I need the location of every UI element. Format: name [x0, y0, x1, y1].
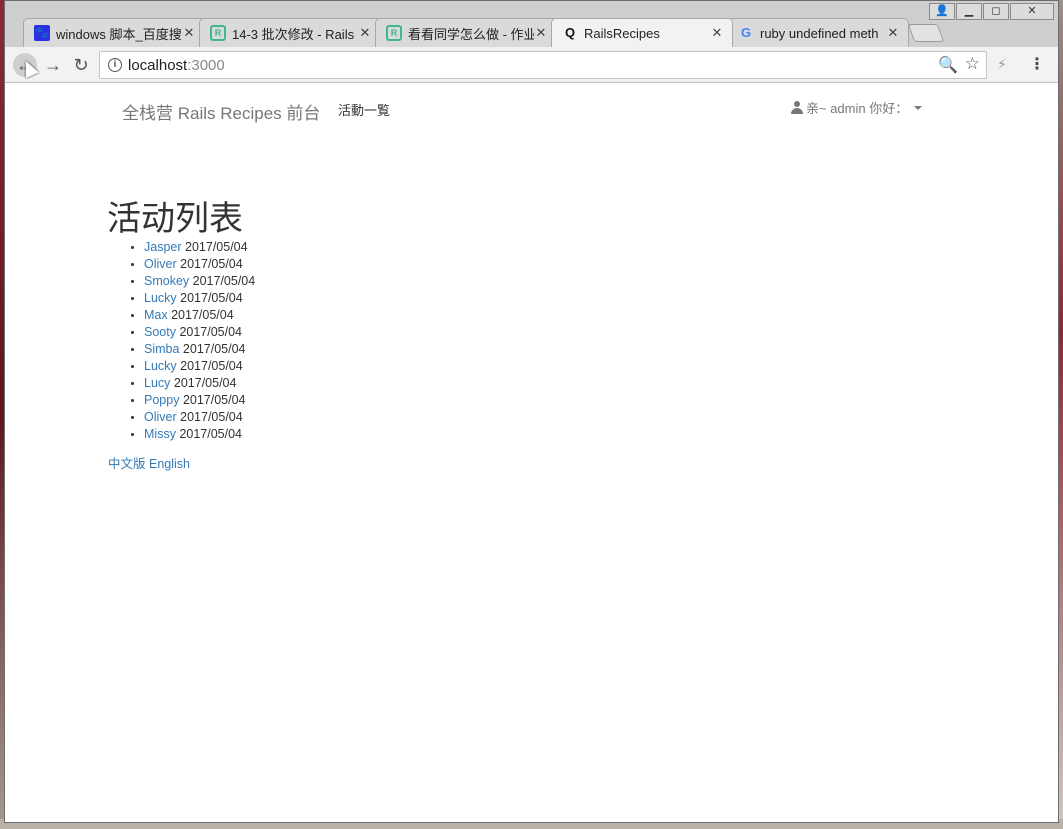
event-date: 2017/05/04	[180, 291, 243, 305]
browser-titlebar: 👤 ▁ ◻ ✕ 🐾 windows 脚本_百度搜索 ✕ R 14-3 批次修改 …	[5, 1, 1058, 47]
event-link[interactable]: Lucky	[144, 359, 177, 373]
event-date: 2017/05/04	[192, 274, 256, 288]
url-host: localhost	[128, 57, 188, 74]
close-window-button[interactable]: ✕	[1010, 3, 1054, 20]
maximize-button[interactable]: ◻	[983, 3, 1009, 20]
reload-button[interactable]: ↻	[69, 53, 93, 77]
rails-icon: R	[210, 25, 226, 41]
new-tab-button[interactable]	[907, 24, 945, 42]
close-icon[interactable]: ✕	[886, 25, 900, 41]
event-link[interactable]: Missy	[144, 427, 176, 441]
zoom-icon[interactable]: 🔍	[938, 55, 958, 75]
tab-classmates[interactable]: R 看看同学怎么做 - 作业 ✕	[375, 18, 557, 47]
site-navbar: 全栈营 Rails Recipes 前台 活動一覧 亲~ admin 你好：	[5, 83, 1058, 133]
event-date: 2017/05/04	[179, 427, 242, 441]
tab-title: 看看同学怎么做 - 作业	[408, 26, 534, 42]
tab-title: 14-3 批次修改 - Rails	[232, 26, 355, 42]
rails-icon: R	[386, 25, 402, 41]
minimize-button[interactable]: ▁	[956, 3, 982, 20]
tab-title: ruby undefined meth	[760, 25, 879, 41]
event-date: 2017/05/04	[179, 325, 243, 339]
caret-down-icon	[914, 105, 923, 110]
site-brand[interactable]: 全栈营 Rails Recipes 前台	[122, 99, 320, 124]
list-item: Missy 2017/05/04	[144, 426, 255, 443]
tab-strip: 🐾 windows 脚本_百度搜索 ✕ R 14-3 批次修改 - Rails …	[23, 18, 945, 47]
tab-google-search[interactable]: G ruby undefined meth ✕	[727, 18, 909, 47]
event-date: 2017/05/04	[171, 308, 234, 322]
event-date: 2017/05/04	[180, 359, 243, 373]
list-item: Oliver 2017/05/04	[144, 256, 255, 273]
lang-en-link[interactable]: English	[149, 457, 190, 471]
baidu-icon: 🐾	[34, 25, 50, 41]
tab-baidu[interactable]: 🐾 windows 脚本_百度搜索 ✕	[23, 18, 205, 47]
event-date: 2017/05/04	[182, 393, 246, 407]
event-link[interactable]: Max	[144, 308, 168, 322]
tab-title: RailsRecipes	[584, 25, 660, 41]
page-viewport: 全栈营 Rails Recipes 前台 活動一覧 亲~ admin 你好： 活…	[5, 83, 1058, 822]
bookmark-star-icon[interactable]: ☆	[965, 54, 980, 74]
forward-button[interactable]: →	[41, 53, 65, 77]
list-item: Simba 2017/05/04	[144, 341, 255, 358]
extension-icon[interactable]: ⚡	[997, 56, 1007, 73]
event-link[interactable]: Oliver	[144, 257, 177, 271]
lang-zh-link[interactable]: 中文版	[108, 457, 146, 471]
event-date: 2017/05/04	[185, 240, 248, 254]
url-port: :3000	[187, 57, 225, 74]
google-icon: G	[740, 25, 752, 40]
window-controls: 👤 ▁ ◻ ✕	[929, 3, 1054, 20]
event-list: Jasper 2017/05/04 Oliver 2017/05/04 Smok…	[144, 239, 255, 443]
event-link[interactable]: Jasper	[144, 240, 182, 254]
address-bar[interactable]: i localhost:3000 🔍 ☆	[99, 51, 987, 79]
list-item: Jasper 2017/05/04	[144, 239, 255, 256]
info-icon[interactable]: i	[108, 58, 122, 72]
event-link[interactable]: Sooty	[144, 325, 176, 339]
event-date: 2017/05/04	[180, 410, 243, 424]
list-item: Poppy 2017/05/04	[144, 392, 255, 409]
close-icon[interactable]: ✕	[182, 25, 196, 41]
q-icon: Q	[564, 25, 576, 40]
event-link[interactable]: Oliver	[144, 410, 177, 424]
nav-link-events[interactable]: 活動一覧	[338, 100, 390, 119]
event-date: 2017/05/04	[182, 342, 246, 356]
browser-window: 👤 ▁ ◻ ✕ 🐾 windows 脚本_百度搜索 ✕ R 14-3 批次修改 …	[4, 0, 1059, 823]
user-icon	[791, 101, 803, 114]
close-icon[interactable]: ✕	[534, 25, 548, 41]
page-title: 活动列表	[107, 200, 243, 238]
tab-title: windows 脚本_百度搜索	[56, 26, 182, 42]
list-item: Lucky 2017/05/04	[144, 358, 255, 375]
browser-menu-icon[interactable]: ⋮	[1029, 54, 1045, 74]
list-item: Lucky 2017/05/04	[144, 290, 255, 307]
list-item: Oliver 2017/05/04	[144, 409, 255, 426]
browser-toolbar: ← → ↻ i localhost:3000 🔍 ☆ ⚡ ⋮	[5, 47, 1058, 83]
language-switcher: 中文版 English	[108, 453, 190, 472]
event-link[interactable]: Smokey	[144, 274, 189, 288]
event-link[interactable]: Poppy	[144, 393, 179, 407]
close-icon[interactable]: ✕	[710, 25, 724, 41]
user-menu-dropdown[interactable]: 亲~ admin 你好：	[791, 98, 923, 117]
tab-rails-batch[interactable]: R 14-3 批次修改 - Rails ✕	[199, 18, 381, 47]
event-link[interactable]: Lucky	[144, 291, 177, 305]
close-icon[interactable]: ✕	[358, 25, 372, 41]
event-link[interactable]: Lucy	[144, 376, 170, 390]
list-item: Max 2017/05/04	[144, 307, 255, 324]
event-date: 2017/05/04	[180, 257, 243, 271]
list-item: Lucy 2017/05/04	[144, 375, 255, 392]
user-greeting: 亲~ admin 你好：	[806, 101, 909, 116]
list-item: Sooty 2017/05/04	[144, 324, 255, 341]
event-date: 2017/05/04	[173, 376, 237, 390]
event-link[interactable]: Simba	[144, 342, 179, 356]
list-item: Smokey 2017/05/04	[144, 273, 255, 290]
url-text: localhost:3000	[128, 57, 225, 74]
tab-railsrecipes[interactable]: Q RailsRecipes ✕	[551, 18, 733, 47]
